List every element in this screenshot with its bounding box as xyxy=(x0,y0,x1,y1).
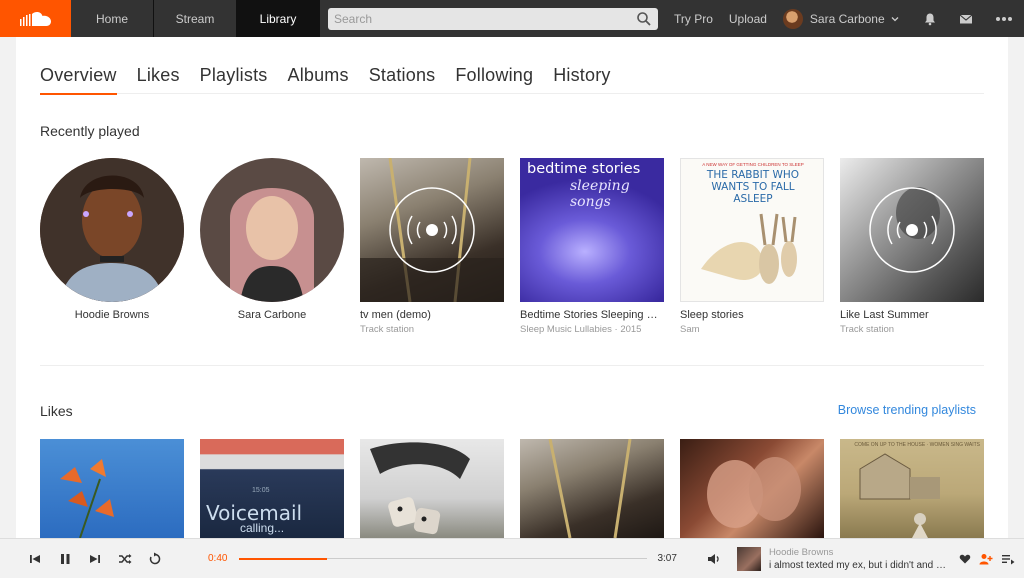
like-card-art[interactable] xyxy=(680,439,824,538)
card-title[interactable]: Bedtime Stories Sleeping Songs xyxy=(520,309,664,321)
tab-stations[interactable]: Stations xyxy=(369,65,436,94)
upload-link[interactable]: Upload xyxy=(729,12,767,26)
library-main: Overview Likes Playlists Albums Stations… xyxy=(16,37,1008,538)
recent-card-sara-carbone[interactable]: Sara Carbone xyxy=(200,158,344,321)
playlist-art[interactable]: A NEW WAY OF GETTING CHILDREN TO SLEEP T… xyxy=(680,158,824,302)
progress-bar[interactable] xyxy=(239,557,648,560)
nav-tab-library[interactable]: Library xyxy=(237,0,320,37)
user-menu[interactable]: Sara Carbone xyxy=(782,8,899,29)
card-subtitle: Sam xyxy=(680,324,700,335)
user-name: Sara Carbone xyxy=(809,11,885,26)
heart-icon[interactable] xyxy=(959,553,971,565)
like-card-art[interactable] xyxy=(40,439,184,538)
card-title[interactable]: tv men (demo) xyxy=(360,309,504,321)
card-title[interactable]: Sara Carbone xyxy=(200,309,344,321)
pause-icon[interactable] xyxy=(58,552,72,566)
user-avatar[interactable] xyxy=(40,158,184,302)
like-card-art[interactable]: COME ON UP TO THE HOUSE · WOMEN SING WAI… xyxy=(840,439,984,538)
dice-illustration-icon xyxy=(370,442,470,535)
album-art-caption: COME ON UP TO THE HOUSE · WOMEN SING WAI… xyxy=(854,442,980,448)
progress-fill xyxy=(239,557,327,560)
repeat-icon[interactable] xyxy=(148,552,162,566)
follow-user-icon[interactable] xyxy=(979,553,993,565)
more-icon[interactable] xyxy=(995,12,1013,26)
card-title[interactable]: Like Last Summer xyxy=(840,309,984,321)
album-art-line1: bedtime stories xyxy=(527,161,641,177)
album-art-line2: sleeping songs xyxy=(570,178,630,210)
shuffle-icon[interactable] xyxy=(118,552,132,566)
tab-overview[interactable]: Overview xyxy=(40,65,117,95)
bus-interior-illustration-icon xyxy=(360,158,504,302)
nav-tab-home[interactable]: Home xyxy=(71,0,154,37)
phone-calling-text: calling... xyxy=(240,521,285,535)
now-playing-artist[interactable]: Hoodie Browns xyxy=(769,547,949,558)
recent-card-bedtime-stories[interactable]: bedtime stories sleeping songs Bedtime S… xyxy=(520,158,664,335)
section-divider xyxy=(40,365,984,366)
tab-history[interactable]: History xyxy=(553,65,610,94)
now-playing-artwork[interactable] xyxy=(736,546,761,571)
flower-illustration-icon xyxy=(60,459,114,538)
next-icon[interactable] xyxy=(88,552,102,566)
chevron-down-icon xyxy=(891,16,899,21)
soundcloud-cloud-icon xyxy=(19,11,51,26)
portrait-illustration-icon xyxy=(200,158,344,302)
rabbit-illustration-icon xyxy=(701,213,797,284)
card-subtitle: Track station xyxy=(360,324,415,335)
recent-card-hoodie-browns[interactable]: Hoodie Browns xyxy=(40,158,184,321)
card-subtitle: Track station xyxy=(840,324,895,335)
mail-icon[interactable] xyxy=(959,12,973,26)
phone-time-text: 15:05 xyxy=(252,487,270,494)
recent-card-sleep-stories[interactable]: A NEW WAY OF GETTING CHILDREN TO SLEEP T… xyxy=(680,158,824,335)
bus-interior-illustration-icon xyxy=(548,439,632,538)
current-time: 0:40 xyxy=(208,553,228,564)
tab-albums[interactable]: Albums xyxy=(287,65,348,94)
tab-likes[interactable]: Likes xyxy=(137,65,180,94)
card-title[interactable]: Sleep stories xyxy=(680,309,824,321)
avatar xyxy=(782,8,803,29)
portrait-illustration-icon xyxy=(40,158,184,302)
library-tabs: Overview Likes Playlists Albums Stations… xyxy=(40,65,984,95)
recent-card-tv-men[interactable]: tv men (demo) Track station xyxy=(360,158,504,335)
like-card-art[interactable] xyxy=(360,439,504,538)
try-pro-link[interactable]: Try Pro xyxy=(674,12,713,26)
tab-following[interactable]: Following xyxy=(455,65,533,94)
card-title[interactable]: Hoodie Browns xyxy=(40,309,184,321)
duration: 3:07 xyxy=(657,553,677,564)
search-input[interactable] xyxy=(334,11,636,26)
bell-icon[interactable] xyxy=(923,12,937,26)
search-box xyxy=(328,7,658,30)
volume-icon[interactable] xyxy=(707,552,721,566)
recent-card-like-last-summer[interactable]: Like Last Summer Track station xyxy=(840,158,984,335)
album-art[interactable]: bedtime stories sleeping songs xyxy=(520,158,664,302)
likes-heading: Likes xyxy=(40,403,73,419)
house-illustration-icon xyxy=(859,453,940,538)
nav-tab-stream[interactable]: Stream xyxy=(154,0,237,37)
user-avatar[interactable] xyxy=(200,158,344,302)
like-card-art[interactable]: 15:05 Voicemail calling... xyxy=(200,439,344,538)
playback-bar: 0:40 3:07 Hoodie Browns i almost texted … xyxy=(0,538,1024,578)
recently-played-heading: Recently played xyxy=(40,123,140,139)
tab-playlists[interactable]: Playlists xyxy=(200,65,268,94)
previous-icon[interactable] xyxy=(28,552,42,566)
now-playing-title[interactable]: i almost texted my ex, but i didn't and … xyxy=(769,560,949,571)
station-ring-icon xyxy=(869,187,955,273)
soundcloud-logo[interactable] xyxy=(0,0,71,37)
station-art[interactable] xyxy=(360,158,504,302)
browse-trending-playlists-link[interactable]: Browse trending playlists xyxy=(838,403,976,417)
search-icon[interactable] xyxy=(636,11,652,27)
top-nav: Home Stream Library Try Pro Upload Sara … xyxy=(0,0,1024,37)
card-subtitle: Sleep Music Lullabies · 2015 xyxy=(520,324,642,335)
queue-icon[interactable] xyxy=(1001,553,1015,565)
now-playing-info: Hoodie Browns i almost texted my ex, but… xyxy=(769,547,949,571)
station-art[interactable] xyxy=(840,158,984,302)
kiss-illustration-icon xyxy=(707,457,801,528)
like-card-art[interactable] xyxy=(520,439,664,538)
